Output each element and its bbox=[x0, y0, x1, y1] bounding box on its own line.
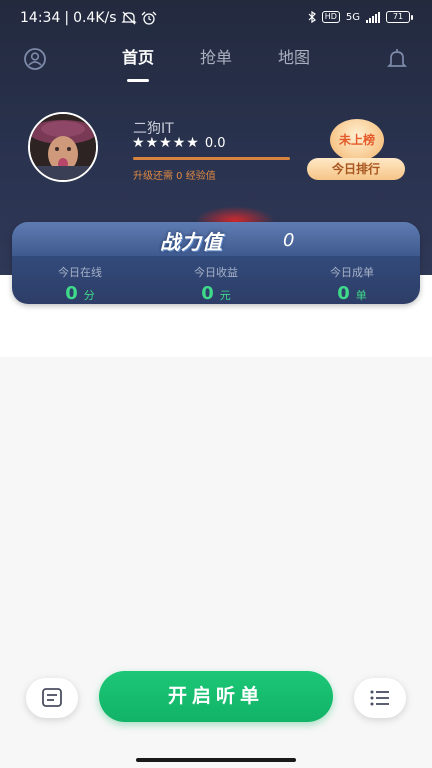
upgrade-text: 升级还需 0 经验值 bbox=[133, 171, 216, 182]
stat-label: 今日在线 bbox=[58, 266, 102, 279]
tab-map[interactable]: 地图 bbox=[256, 38, 332, 84]
stat-value-line: 0元 bbox=[166, 283, 266, 304]
user-icon[interactable] bbox=[22, 46, 48, 72]
stat-value-line: 0单 bbox=[302, 283, 402, 304]
power-value: 0 bbox=[283, 230, 295, 251]
stat-orders: 今日成单 0单 bbox=[302, 264, 402, 304]
stat-online: 今日在线 0分 bbox=[30, 264, 130, 304]
star-icon: ★ bbox=[159, 135, 172, 151]
stat-unit: 分 bbox=[83, 289, 95, 302]
star-icon: ★ bbox=[132, 135, 145, 151]
list-button[interactable] bbox=[354, 678, 406, 718]
star-icon: ★ bbox=[186, 135, 199, 151]
bell-icon[interactable] bbox=[384, 46, 410, 72]
rating-row: ★ ★ ★ ★ ★ 0.0 bbox=[132, 135, 226, 151]
avatar-image bbox=[30, 114, 96, 180]
top-nav: 首页 抢单 地图 bbox=[0, 38, 432, 84]
list-icon bbox=[370, 690, 389, 706]
network-type: 5G bbox=[345, 11, 360, 23]
status-net-speed: 0.4K/s bbox=[73, 10, 117, 26]
experience-bar bbox=[133, 157, 290, 160]
status-time: 14:34 bbox=[20, 10, 61, 26]
message-icon bbox=[42, 688, 62, 707]
tab-home[interactable]: 首页 bbox=[100, 38, 176, 84]
power-card: 战力值 0 今日在线 0分 今日收益 0元 今日成单 0单 bbox=[12, 222, 420, 304]
stat-unit: 单 bbox=[355, 289, 367, 302]
power-title: 战力值 bbox=[160, 230, 223, 254]
star-icon: ★ bbox=[172, 135, 186, 151]
avatar[interactable] bbox=[28, 112, 98, 182]
signal-icon bbox=[366, 11, 380, 23]
mute-icon bbox=[120, 11, 137, 25]
stat-value: 0 bbox=[201, 283, 214, 304]
today-ranking-button[interactable]: 今日排行 bbox=[307, 158, 405, 180]
status-right: HD 5G 71 bbox=[308, 11, 413, 23]
stat-label: 今日收益 bbox=[194, 266, 238, 279]
bluetooth-icon bbox=[308, 11, 316, 23]
status-separator: | bbox=[64, 10, 70, 26]
status-bar: 14:34 | 0.4K/s HD 5G 71 bbox=[0, 0, 432, 38]
rank-badge: 未上榜 bbox=[330, 119, 384, 161]
stat-unit: 元 bbox=[219, 289, 231, 302]
start-listening-button[interactable]: 开启听单 bbox=[99, 671, 333, 722]
stat-label: 今日成单 bbox=[330, 266, 374, 279]
stat-value: 0 bbox=[65, 283, 78, 304]
alarm-icon bbox=[141, 11, 157, 25]
battery-level: 71 bbox=[392, 12, 404, 21]
home-indicator[interactable] bbox=[136, 758, 296, 762]
power-header: 战力值 0 bbox=[12, 222, 420, 256]
star-icon: ★ bbox=[145, 135, 159, 151]
rating-value: 0.0 bbox=[204, 135, 226, 151]
battery-icon: 71 bbox=[386, 11, 413, 23]
stat-value: 0 bbox=[337, 283, 350, 304]
stats-row: 今日在线 0分 今日收益 0元 今日成单 0单 bbox=[12, 264, 420, 304]
message-button[interactable] bbox=[26, 678, 78, 718]
status-left: 14:34 | 0.4K/s bbox=[20, 10, 157, 26]
stat-value-line: 0分 bbox=[30, 283, 130, 304]
hd-badge: HD bbox=[321, 11, 340, 23]
tab-grab-order[interactable]: 抢单 bbox=[178, 38, 254, 84]
stat-income: 今日收益 0元 bbox=[166, 264, 266, 304]
nav-tabs: 首页 抢单 地图 bbox=[100, 38, 332, 84]
